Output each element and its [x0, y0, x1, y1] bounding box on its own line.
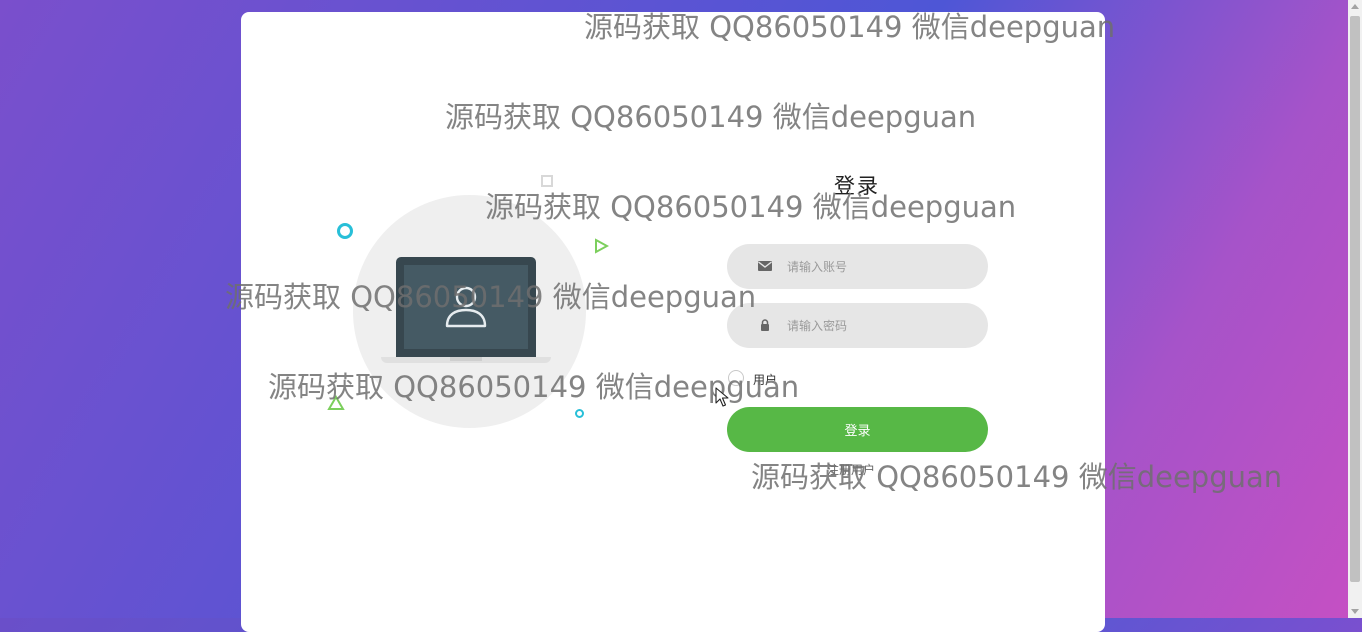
triangle-decoration-icon [595, 238, 609, 254]
role-radio-user[interactable] [728, 370, 744, 386]
register-link[interactable]: 注册用户 [827, 461, 875, 478]
password-input[interactable] [787, 303, 967, 348]
laptop-notch [450, 357, 482, 361]
account-input[interactable] [787, 244, 967, 289]
scroll-up-arrow-icon[interactable] [1351, 4, 1359, 9]
role-label-user: 用户 [753, 373, 778, 387]
scrollbar-thumb[interactable] [1350, 16, 1360, 582]
account-field[interactable] [727, 244, 988, 289]
square-decoration-icon [541, 175, 553, 187]
login-button[interactable]: 登录 [727, 407, 988, 452]
login-title: 登录 [834, 174, 880, 198]
lock-icon [761, 319, 769, 331]
ring-decoration-icon [575, 409, 584, 418]
mouse-cursor-icon [715, 387, 729, 407]
triangle-decoration-icon [327, 395, 345, 410]
ring-decoration-icon [337, 223, 353, 239]
password-field[interactable] [727, 303, 988, 348]
page-scrollbar[interactable] [1348, 0, 1362, 618]
envelope-icon [758, 261, 772, 271]
scroll-down-arrow-icon[interactable] [1351, 609, 1359, 614]
user-icon [445, 286, 487, 328]
